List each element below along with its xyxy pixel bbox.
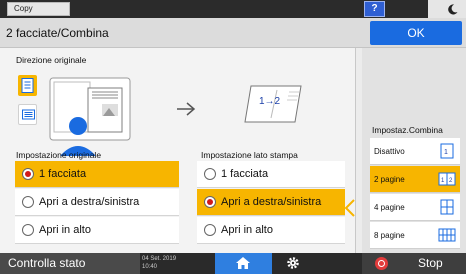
- bottom-bar: Controlla stato 04 Set. 2019 10:40 Stop: [0, 253, 466, 274]
- page-title: 2 facciate/Combina: [6, 26, 109, 40]
- combine-option-label: 4 pagine: [374, 203, 405, 212]
- combine-option-4-pages[interactable]: 4 pagine: [370, 194, 460, 221]
- original-placement-illustration: [49, 77, 131, 156]
- option-label: Apri in alto: [221, 224, 273, 236]
- date-time: 04 Set. 2019 10:40: [142, 255, 176, 271]
- energy-saver-button[interactable]: [428, 0, 466, 18]
- option-label: 1 facciata: [39, 168, 87, 180]
- svg-text:1: 1: [444, 149, 448, 156]
- check-status-button[interactable]: Controlla stato: [0, 253, 140, 274]
- combine-result-text: 1→2: [259, 96, 281, 107]
- stop-button[interactable]: Stop: [362, 253, 466, 274]
- landscape-direction-button[interactable]: [18, 104, 37, 125]
- combine-option-label: Disattivo: [374, 147, 405, 156]
- combine-panel-title: Impostaz.Combina: [372, 125, 443, 135]
- original-option-one-sided[interactable]: 1 facciata: [15, 161, 179, 188]
- combine-option-8-pages[interactable]: 8 pagine: [370, 222, 460, 249]
- date-text: 04 Set. 2019: [142, 256, 177, 262]
- combine-panel: Impostaz.Combina Disattivo 1 2 pagine 1 …: [362, 48, 466, 253]
- radio-icon: [22, 196, 34, 208]
- portrait-document-icon: [21, 78, 34, 93]
- option-label: Apri in alto: [39, 224, 91, 236]
- eight-pages-icon: [438, 228, 456, 242]
- combine-option-label: 2 pagine: [374, 175, 405, 184]
- print-side-option-open-left-right[interactable]: Apri a destra/sinistra: [197, 189, 345, 216]
- app-tab[interactable]: Copy: [7, 2, 70, 16]
- direction-label: Direzione originale: [16, 55, 87, 65]
- help-button[interactable]: ?: [364, 1, 385, 17]
- option-label: Apri a destra/sinistra: [39, 196, 140, 208]
- radio-icon: [204, 196, 216, 208]
- radio-icon: [22, 224, 34, 236]
- single-page-icon: 1: [440, 143, 454, 159]
- landscape-document-icon: [22, 109, 35, 120]
- arrow-right-icon: [177, 102, 196, 116]
- stop-label: Stop: [418, 256, 443, 270]
- option-label: 1 facciata: [221, 168, 269, 180]
- combine-option-2-pages[interactable]: 2 pagine 1 2: [370, 166, 460, 193]
- option-label: Apri a destra/sinistra: [221, 196, 322, 208]
- home-icon: [236, 257, 250, 269]
- print-side-option-open-top[interactable]: Apri in alto: [197, 217, 345, 244]
- radio-icon: [204, 168, 216, 180]
- gear-icon: [287, 257, 299, 269]
- time-text: 10:40: [142, 264, 158, 270]
- original-option-open-left-right[interactable]: Apri a destra/sinistra: [15, 189, 179, 216]
- original-option-open-top[interactable]: Apri in alto: [15, 217, 179, 244]
- main-panel: Direzione originale 1→2 Impostazione ori…: [0, 48, 356, 253]
- portrait-direction-button[interactable]: [18, 75, 37, 96]
- chevron-left-icon: [344, 199, 355, 217]
- two-pages-icon: 1 2: [438, 172, 456, 186]
- print-side-settings-label: Impostazione lato stampa: [201, 150, 298, 160]
- moon-icon: [448, 4, 458, 15]
- stop-icon: [375, 257, 388, 270]
- four-pages-icon: [440, 199, 454, 215]
- print-side-option-one-sided[interactable]: 1 facciata: [197, 161, 345, 188]
- combine-option-label: 8 pagine: [374, 231, 405, 240]
- combine-option-off[interactable]: Disattivo 1: [370, 138, 460, 165]
- original-settings-label: Impostazione originale: [16, 150, 102, 160]
- status-bar: Copy ?: [0, 0, 466, 18]
- ok-button[interactable]: OK: [370, 21, 462, 45]
- combine-result-preview: 1→2: [243, 82, 305, 126]
- radio-icon: [22, 168, 34, 180]
- radio-icon: [204, 224, 216, 236]
- settings-button[interactable]: [278, 253, 308, 274]
- home-button[interactable]: [215, 253, 272, 274]
- title-bar: 2 facciate/Combina OK: [0, 18, 466, 48]
